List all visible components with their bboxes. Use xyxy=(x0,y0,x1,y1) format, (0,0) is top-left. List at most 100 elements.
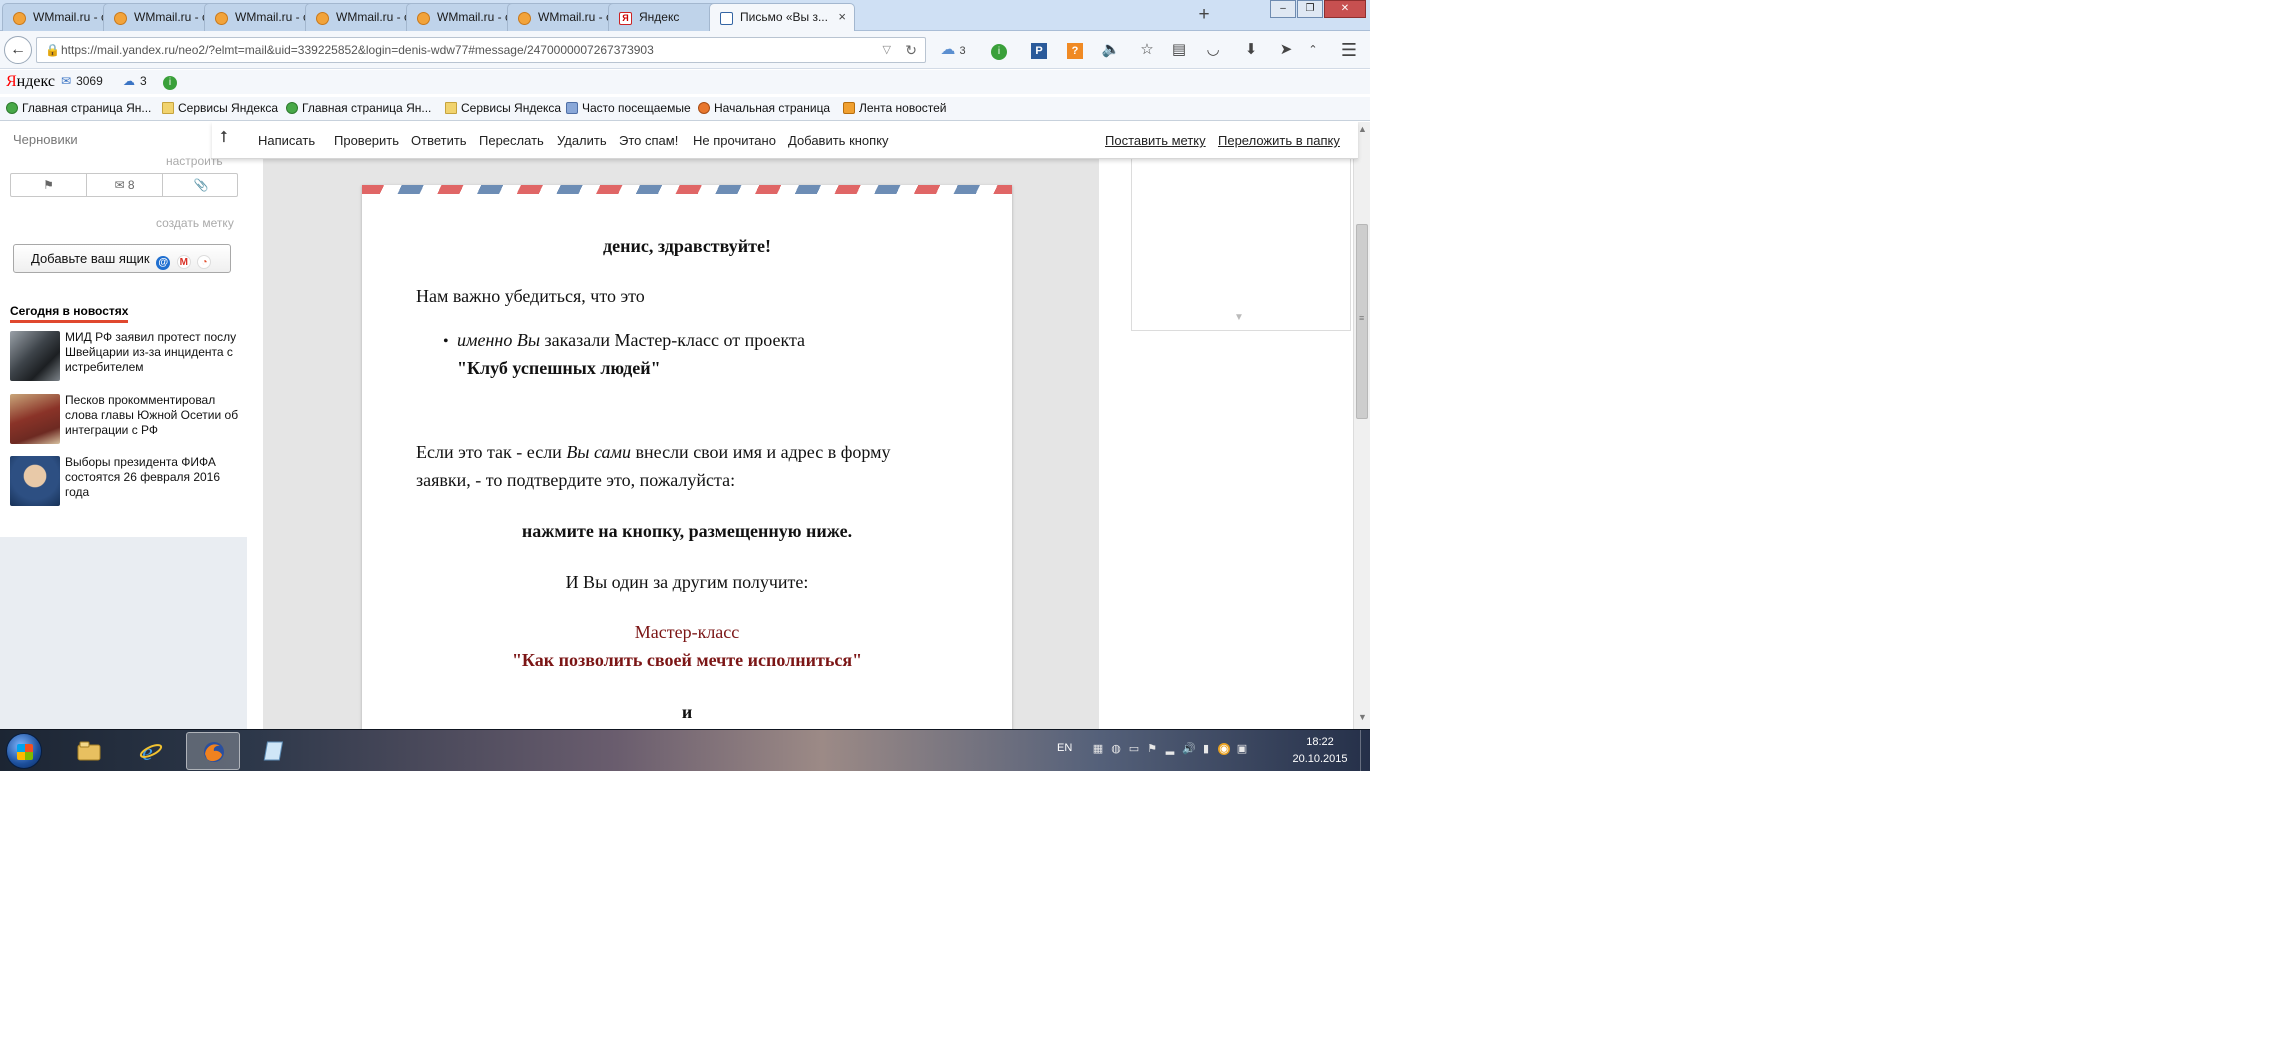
tab-close-icon[interactable]: × xyxy=(838,9,846,24)
add-button-link[interactable]: Добавить кнопку xyxy=(788,133,889,148)
forward-button[interactable]: Переслать xyxy=(479,133,544,148)
letter-bullet-line: именно Вы заказали Мастер-класс от проек… xyxy=(457,327,805,354)
rambler-icon: ◔ xyxy=(197,255,212,269)
news-item[interactable]: Песков прокомментировал слова главы Южно… xyxy=(10,393,240,446)
bookmark-item[interactable]: Начальная страница xyxy=(698,101,830,115)
app-tray-icon[interactable]: ◉ xyxy=(1218,743,1230,755)
letter-club-name: "Клуб успешных людей" xyxy=(457,358,661,378)
bookmark-item[interactable]: Главная страница Ян... xyxy=(6,101,151,115)
bookmark-label: Начальная страница xyxy=(714,101,831,115)
reading-list-icon[interactable]: ▤ xyxy=(1168,39,1190,61)
bookmark-star-icon[interactable]: ☆ xyxy=(1136,39,1158,61)
download-icon[interactable]: ⬇ xyxy=(1240,39,1262,61)
yandex-bar-status[interactable]: i xyxy=(163,74,177,90)
url-field[interactable]: https://mail.yandex.ru/neo2/?elmt=mail&u… xyxy=(61,43,901,57)
create-label-link[interactable]: создать метку xyxy=(156,216,234,230)
news-item[interactable]: МИД РФ заявил протест послу Швейцарии из… xyxy=(10,330,240,383)
airmail-border-mask xyxy=(362,194,1012,200)
minimize-icon[interactable]: – xyxy=(1270,0,1296,18)
show-desktop-button[interactable] xyxy=(1360,730,1370,771)
p-extension-icon[interactable]: P xyxy=(1028,39,1050,61)
yandex-mail-favicon-icon xyxy=(720,12,733,25)
mail-filter-button[interactable]: ✉ 8 xyxy=(87,174,163,196)
flag-filter-button[interactable]: ⚑ xyxy=(11,174,87,196)
spam-button[interactable]: Это спам! xyxy=(619,133,678,148)
new-tab-button[interactable]: + xyxy=(1190,3,1218,29)
maximize-icon[interactable]: ❐ xyxy=(1297,0,1323,18)
signal-icon[interactable]: ▂ xyxy=(1164,743,1176,755)
mail-count: 3069 xyxy=(76,74,103,88)
letter-greeting: денис, здравствуйте! xyxy=(603,236,771,256)
firefox-taskbar-button[interactable] xyxy=(186,732,240,770)
mark-unread-button[interactable]: Не прочитано xyxy=(693,133,776,148)
windows-tray-icon[interactable]: ▦ xyxy=(1092,743,1104,755)
yandex-panel: Яндекс ✉ 3069 ☁ 3 i xyxy=(0,70,1370,94)
send-icon[interactable]: ➤ xyxy=(1275,39,1297,61)
reply-button[interactable]: Ответить xyxy=(411,133,467,148)
app-taskbar-button[interactable] xyxy=(248,732,302,770)
letter-emphasis: Вы сами xyxy=(566,442,632,462)
sidebar-filter-buttons: ⚑ ✉ 8 📎 xyxy=(10,173,238,197)
yandex-browser-icon xyxy=(6,102,18,114)
bookmarks-bar: Главная страница Ян... Сервисы Яндекса Г… xyxy=(0,97,1370,121)
yandex-weather[interactable]: ☁ 3 xyxy=(123,74,147,88)
add-mailbox-button[interactable]: Добавьте ваш ящик @ M ◔ xyxy=(13,244,231,273)
attachment-filter-button[interactable]: 📎 xyxy=(163,174,239,196)
back-button[interactable]: ← xyxy=(4,36,32,64)
scrollbar-grip-icon: ≡ xyxy=(1359,313,1365,323)
scroll-up-icon[interactable]: ▲ xyxy=(1358,124,1367,134)
start-button[interactable] xyxy=(6,733,42,769)
volume-icon[interactable]: 🔊 xyxy=(1182,743,1196,755)
network-globe-icon[interactable]: ◍ xyxy=(1110,743,1122,755)
ad-block: ▼ xyxy=(1131,159,1351,331)
yandex-mail-counter[interactable]: ✉ 3069 xyxy=(61,74,103,88)
compose-button[interactable]: Написать xyxy=(258,133,315,148)
check-mail-button[interactable]: Проверить xyxy=(334,133,399,148)
bookmark-item[interactable]: Сервисы Яндекса xyxy=(445,101,561,115)
safe-remove-icon[interactable]: ▣ xyxy=(1236,743,1248,755)
clock-date[interactable]: 20.10.2015 xyxy=(1284,753,1356,765)
weather-widget-button[interactable]: ☁ 3 xyxy=(935,39,971,61)
speaker-icon[interactable]: 🔈 xyxy=(1100,39,1122,61)
usb-icon[interactable]: ▭ xyxy=(1128,743,1140,755)
bookmark-item[interactable]: Главная страница Ян... xyxy=(286,101,431,115)
bookmark-item[interactable]: Лента новостей xyxy=(843,101,947,115)
bookmark-item[interactable]: Сервисы Яндекса xyxy=(162,101,278,115)
sidebar-item-drafts[interactable]: Черновики xyxy=(13,132,78,147)
browser-tab-active[interactable]: Письмо «Вы з... × xyxy=(709,3,855,32)
set-label-button[interactable]: Поставить метку xyxy=(1105,133,1206,148)
arrow-up-icon[interactable]: ⭡ xyxy=(220,129,228,147)
yandex-bar-icon[interactable]: i xyxy=(988,39,1010,61)
url-dropdown-icon[interactable]: ▽ xyxy=(883,43,891,56)
reload-icon[interactable]: ↻ xyxy=(905,42,917,59)
letter-text: Если это так - если xyxy=(416,442,567,462)
action-center-flag-icon[interactable]: ⚑ xyxy=(1146,743,1158,755)
scroll-down-icon[interactable]: ▼ xyxy=(1358,712,1367,722)
pocket-icon[interactable]: ◡ xyxy=(1202,39,1224,61)
yandex-logo[interactable]: Яндекс xyxy=(6,73,55,91)
battery-icon[interactable]: ▮ xyxy=(1200,743,1212,755)
explorer-taskbar-button[interactable] xyxy=(62,732,116,770)
close-window-icon[interactable]: ✕ xyxy=(1324,0,1366,18)
wmmail-favicon-icon xyxy=(417,12,430,25)
chevron-down-icon[interactable]: ▼ xyxy=(1234,312,1244,323)
window-controls: – ❐ ✕ xyxy=(1270,0,1368,18)
bookmark-label: Главная страница Ян... xyxy=(22,101,152,115)
gmail-icon: M xyxy=(176,255,191,269)
news-item[interactable]: Выборы президента ФИФА состоятся 26 февр… xyxy=(10,455,240,508)
clock-time[interactable]: 18:22 xyxy=(1290,736,1350,748)
tab-label: Письмо «Вы з... xyxy=(740,10,828,24)
chevron-up-icon[interactable]: ⌃ xyxy=(1305,39,1321,61)
bookmark-item[interactable]: Часто посещаемые xyxy=(566,101,691,115)
ie-taskbar-button[interactable]: e xyxy=(124,732,178,770)
news-heading[interactable]: Сегодня в новостях xyxy=(10,304,129,323)
address-bar[interactable]: 🔒 https://mail.yandex.ru/neo2/?elmt=mail… xyxy=(36,37,926,63)
news-headline: Выборы президента ФИФА состоятся 26 февр… xyxy=(65,455,221,499)
language-indicator[interactable]: EN xyxy=(1057,742,1072,754)
vertical-scrollbar[interactable]: ▲ ≡ ▼ xyxy=(1353,122,1370,729)
move-to-folder-button[interactable]: Переложить в папку xyxy=(1218,133,1340,148)
info-icon: i xyxy=(163,76,177,90)
menu-icon[interactable]: ☰ xyxy=(1338,39,1360,61)
delete-button[interactable]: Удалить xyxy=(557,133,607,148)
rss-extension-icon[interactable]: ? xyxy=(1064,39,1086,61)
